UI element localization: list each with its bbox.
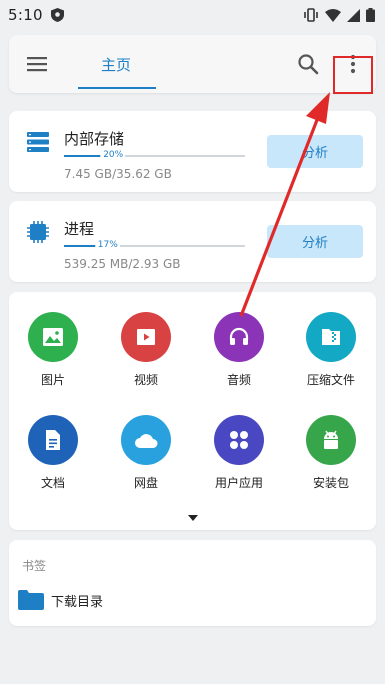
gesture-bar [0,668,385,684]
category-archives[interactable]: 压缩文件 [291,312,371,388]
process-percent: 17% [95,240,120,250]
category-images[interactable]: 图片 [13,312,93,388]
storage-icon [27,132,49,152]
category-apk[interactable]: 安装包 [291,415,371,491]
search-icon[interactable] [296,52,320,76]
signal-icon [347,8,360,22]
process-analyze-button[interactable]: 分析 [267,225,363,258]
shield-icon [50,8,64,22]
storage-analyze-button[interactable]: 分析 [267,135,363,168]
storage-progress [64,155,245,157]
process-progress-fill [64,245,95,247]
storage-percent: 20% [101,150,126,160]
image-icon [28,312,78,362]
video-icon [121,312,171,362]
document-icon [28,415,78,465]
storage-size: 7.45 GB/35.62 GB [64,167,172,181]
highlight-box [333,56,373,94]
tab-home[interactable]: 主页 [76,35,156,93]
category-documents[interactable]: 文档 [13,415,93,491]
category-cloud[interactable]: 网盘 [106,415,186,491]
status-bar: 5:10 [0,0,385,30]
category-video[interactable]: 视频 [106,312,186,388]
folder-icon [18,590,44,610]
category-audio[interactable]: 音频 [199,312,279,388]
app-bar: 主页 [9,35,376,93]
battery-icon [366,8,375,22]
process-card[interactable]: 进程 17% 539.25 MB/2.93 GB 分析 [9,201,376,282]
categories-card: 图片 视频 音频 压缩文件 文档 网盘 用户应用 安装包 [9,292,376,530]
internal-storage-card[interactable]: 内部存储 20% 7.45 GB/35.62 GB 分析 [9,111,376,192]
bookmarks-title: 书签 [22,559,47,573]
category-user-apps[interactable]: 用户应用 [199,415,279,491]
process-title: 进程 [64,220,95,238]
archive-icon [306,312,356,362]
expand-more-icon[interactable] [187,514,199,522]
android-icon [306,415,356,465]
category-label: 压缩文件 [306,373,355,387]
wifi-icon [325,8,341,22]
menu-icon[interactable] [25,52,49,76]
bookmarks-card: 书签 下载目录 [9,540,376,626]
category-label: 安装包 [312,476,349,490]
process-size: 539.25 MB/2.93 GB [64,257,181,271]
category-label: 文档 [40,476,65,490]
category-label: 音频 [226,373,251,387]
vibrate-icon [304,8,318,22]
cloud-icon [121,415,171,465]
category-label: 视频 [133,373,158,387]
status-time: 5:10 [8,6,43,24]
tab-indicator [78,87,156,89]
headphones-icon [214,312,264,362]
tab-home-label: 主页 [100,55,131,74]
category-label: 用户应用 [214,476,263,490]
bookmark-label: 下载目录 [51,594,104,610]
category-label: 网盘 [133,476,158,490]
chip-icon [27,221,49,243]
bookmark-item-downloads[interactable]: 下载目录 [18,590,103,610]
category-label: 图片 [40,373,65,387]
apps-icon [214,415,264,465]
storage-title: 内部存储 [64,130,125,148]
storage-progress-fill [64,155,101,157]
process-progress [64,245,245,247]
